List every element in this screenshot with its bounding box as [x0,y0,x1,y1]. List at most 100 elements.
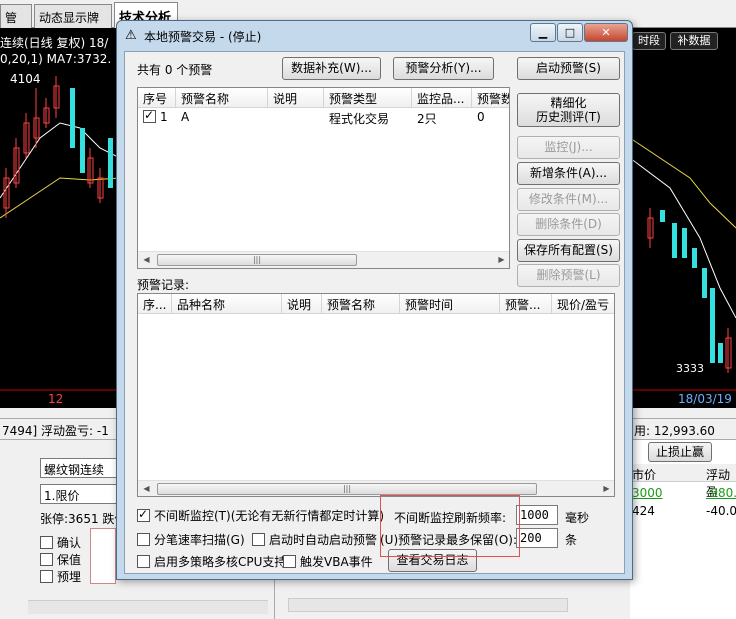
confirm-label: 确认 [57,536,82,550]
multicore-label: 启用多策略多核CPU支持 [154,555,287,569]
maximize-button[interactable]: □ [557,23,583,42]
monitor-button[interactable]: 监控(J)... [517,136,620,159]
row-desc [268,108,324,126]
order-panel-scrollbar[interactable] [28,600,268,614]
scroll-right-icon[interactable]: ▶ [598,481,614,496]
alerts-col-monitor[interactable]: 监控品... [412,88,472,108]
vba-event-checkbox[interactable] [283,555,296,568]
edit-condition-button[interactable]: 修改条件(M)... [517,188,620,211]
tick-scan-option[interactable]: 分笔速率扫描(G) [137,531,245,548]
maximize-icon: □ [564,26,576,39]
continuous-monitor-option[interactable]: 不间断监控(T)(无论有无新行情都定时计算) [137,507,384,524]
records-hscrollbar[interactable]: ◀ ||| ▶ [138,480,614,496]
records-col-name[interactable]: 品种名称 [172,294,282,314]
minimize-button[interactable]: ▁ [530,23,556,42]
max-keep-input[interactable]: 200 [516,528,558,548]
refresh-rate-input[interactable]: 1000 [516,505,558,525]
tick-scan-checkbox[interactable] [137,533,150,546]
save-all-config-button[interactable]: 保存所有配置(S) [517,239,620,262]
auto-start-option[interactable]: 启动时自动启动预警 [252,531,377,548]
hedge-checkbox[interactable] [40,553,53,566]
row-type: 程式化交易 [329,112,390,126]
tab-manage[interactable]: 管理 [0,4,32,42]
minimize-icon: ▁ [538,26,548,39]
segment-button[interactable]: 时段 [632,32,666,50]
chart-left-price-label: 4104 [10,72,41,86]
kline-chart-left[interactable]: 连续(日线 复权) 18/ 0,20,1) MA7:3732. 4104 12 [0,28,120,408]
alerts-col-desc[interactable]: 说明 [268,88,324,108]
chart-right-date-label: 18/03/19 [678,392,732,406]
continuous-monitor-checkbox[interactable] [137,507,150,522]
confirm-checkbox[interactable] [40,536,53,549]
bottom-scrollbar[interactable] [288,598,568,612]
local-alert-trading-dialog: ⚠ 本地预警交易 - (停止) ▁ □ ✕ 共有 0 个预警 数据补充(W)..… [116,20,633,580]
delete-alert-button[interactable]: 删除预警(L) [517,264,620,287]
close-button[interactable]: ✕ [584,23,628,42]
alerts-col-count[interactable]: 预警数 [472,88,509,108]
records-col-no[interactable]: 序... [138,294,172,314]
available-funds-text: 用: 12,993.60 [634,424,715,438]
records-col-alert-name[interactable]: 预警名称 [322,294,400,314]
highlight-frame [380,495,520,557]
float-pnl-text: 7494] 浮动盈亏: -1 [2,424,109,438]
data-fill-button[interactable]: 数据补充(W)... [282,57,381,80]
records-col-price-pnl[interactable]: 现价/盈亏 [552,294,614,314]
tab-dynamic-board[interactable]: 动态显示牌 [34,4,112,28]
scroll-left-icon[interactable]: ◀ [138,481,155,496]
dialog-title: 本地预警交易 - (停止) [144,30,262,44]
alerts-col-type[interactable]: 预警类型 [324,88,412,108]
stop-profit-button[interactable]: 止损止赢 [648,442,712,462]
kline-graphic-right [630,137,736,391]
records-col-time[interactable]: 预警时间 [400,294,500,314]
add-condition-button[interactable]: 新增条件(A)... [517,162,620,185]
records-col-desc[interactable]: 说明 [282,294,322,314]
scroll-thumb[interactable]: ||| [157,254,357,266]
auto-start-label: 启动时自动启动预警 [269,533,378,547]
row-count: 0 [477,110,485,124]
hedge-option[interactable]: 保值 [40,551,81,568]
auto-start-checkbox[interactable] [252,533,265,546]
refresh-rate-unit: 毫秒 [565,511,590,525]
vba-event-label: 触发VBA事件 [300,555,373,569]
row-enable-checkbox[interactable] [143,108,156,123]
alert-count-label: 共有 0 个预警 [137,63,213,77]
multicore-option[interactable]: 启用多策略多核CPU支持 [137,553,286,570]
fine-history-test-button[interactable]: 精细化 历史测评(T) [517,93,620,127]
records-col-alert[interactable]: 预警... [500,294,552,314]
scroll-left-icon[interactable]: ◀ [138,252,155,268]
scroll-thumb[interactable]: ||| [157,483,537,495]
alert-records-table[interactable]: 序... 品种名称 说明 预警名称 预警时间 预警... 现价/盈亏 ◀ |||… [137,293,615,497]
row-monitor: 2只 [417,112,437,126]
position-header: 市价 浮动盈 [630,464,736,499]
continuous-monitor-label: 不间断监控(T)(无论有无新行情都定时计算) [154,509,385,523]
start-alert-button[interactable]: 启动预警(S) [517,57,620,80]
dialog-client-area: 共有 0 个预警 数据补充(W)... 预警分析(Y)... 启动预警(S) 序… [124,51,625,574]
dialog-titlebar[interactable]: ⚠ 本地预警交易 - (停止) ▁ □ ✕ [117,21,632,51]
row2-float: -40.00 [706,504,736,518]
confirm-option[interactable]: 确认 [40,534,81,551]
hedge-label: 保值 [57,553,82,567]
vba-event-option[interactable]: 触发VBA事件 [283,553,373,570]
limit-price-text: 张停:3651 跌停 [40,512,127,526]
alerts-col-name[interactable]: 预警名称 [176,88,268,108]
multicore-checkbox[interactable] [137,555,150,568]
fill-data-button[interactable]: 补数据 [670,32,718,50]
close-icon: ✕ [601,26,611,39]
alerts-hscrollbar[interactable]: ◀ ||| ▶ [138,251,509,268]
table-row[interactable]: 1 A 程式化交易 2只 0 [138,108,509,127]
scroll-right-icon[interactable]: ▶ [493,252,509,268]
fine-test-line1: 精细化 [550,96,587,110]
preorder-option[interactable]: 预埋 [40,568,81,585]
alerts-table[interactable]: 序号 预警名称 说明 预警类型 监控品... 预警数 1 A 程式化交易 2只 … [137,87,510,269]
max-keep-unit: 条 [565,533,578,547]
row1-float: -980.0 [706,486,736,500]
preorder-checkbox[interactable] [40,570,53,583]
row-name: A [181,110,190,124]
delete-condition-button[interactable]: 删除条件(D) [517,213,620,236]
order-side-button[interactable] [90,528,116,584]
kline-chart-right[interactable]: 时段 补数据 3333 18/03/19 [630,28,736,408]
preorder-label: 预埋 [57,570,82,584]
alerts-col-no[interactable]: 序号 [138,88,176,108]
chart-left-ma: 0,20,1) MA7:3732. [0,52,112,66]
alert-analysis-button[interactable]: 预警分析(Y)... [393,57,494,80]
